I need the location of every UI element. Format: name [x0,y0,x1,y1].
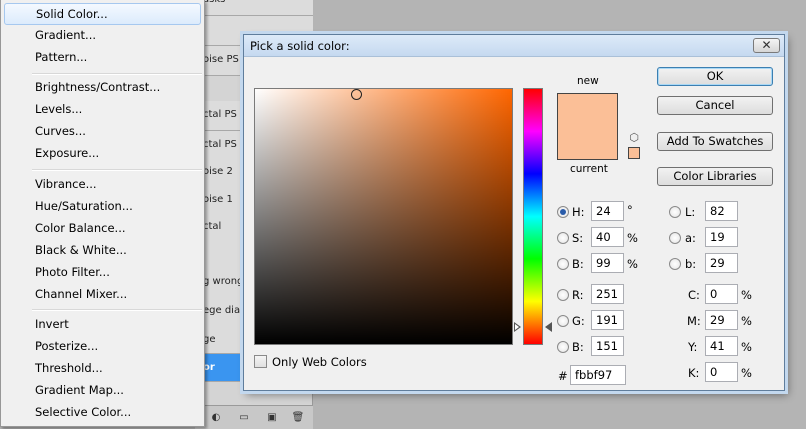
dialog-title: Pick a solid color: [250,39,350,53]
green-field[interactable]: 191 [591,310,624,330]
magenta-label: M: [687,314,701,328]
brightness-field[interactable]: 99 [591,253,624,273]
radio-green[interactable] [557,315,569,327]
menu-item-gradient-map[interactable]: Gradient Map... [4,379,201,401]
percent-unit: % [627,231,638,245]
hue-slider[interactable] [523,88,543,345]
percent-unit: % [741,314,752,328]
menu-item-posterize[interactable]: Posterize... [4,335,201,357]
red-field[interactable]: 251 [591,284,624,304]
close-button[interactable]: ✕ [753,38,780,53]
cancel-button[interactable]: Cancel [657,96,773,115]
yellow-label: Y: [688,340,698,354]
menu-item-black-white[interactable]: Black & White... [4,239,201,261]
color-field[interactable] [254,88,513,345]
lab-b-field[interactable]: 29 [705,253,738,273]
only-web-colors-label: Only Web Colors [272,355,367,369]
trash-icon[interactable]: 🗑 [291,411,305,424]
cyan-field[interactable]: 0 [705,284,738,304]
adjustment-layer-icon[interactable]: ◐ [209,411,223,424]
saturation-label: S: [572,231,584,245]
menu-item-curves[interactable]: Curves... [4,120,201,142]
radio-lightness[interactable] [669,206,681,218]
percent-unit: % [741,366,752,380]
menu-item-invert[interactable]: Invert [4,313,201,335]
menu-item-vibrance[interactable]: Vibrance... [4,173,201,195]
menu-item-solid-color[interactable]: Solid Color... [4,3,201,25]
brightness-label: B: [572,257,584,271]
color-libraries-button[interactable]: Color Libraries [657,167,773,186]
ok-button[interactable]: OK [657,67,773,86]
adjustment-menu: Solid Color... Gradient... Pattern... Br… [0,0,205,427]
percent-unit: % [741,288,752,302]
radio-hue[interactable] [557,206,569,218]
hue-slider-arrow-left[interactable] [514,322,521,332]
radio-blue[interactable] [557,341,569,353]
percent-unit: % [741,340,752,354]
menu-item-gradient[interactable]: Gradient... [4,24,201,46]
dialog-titlebar[interactable]: Pick a solid color: ✕ [244,35,784,57]
menu-item-hue-saturation[interactable]: Hue/Saturation... [4,195,201,217]
layers-footer: ◐ ▭ ▣ 🗑 [195,405,313,429]
current-color-label: current [570,163,608,175]
menu-item-photo-filter[interactable]: Photo Filter... [4,261,201,283]
cyan-label: C: [688,288,700,302]
hex-field[interactable]: fbbf97 [570,365,626,385]
lab-a-field[interactable]: 19 [705,227,738,247]
menu-item-threshold[interactable]: Threshold... [4,357,201,379]
saturation-field[interactable]: 40 [591,227,624,247]
color-picker-dialog: Pick a solid color: ✕ new current ⬡ OK C… [243,34,785,391]
radio-saturation[interactable] [557,232,569,244]
menu-item-levels[interactable]: Levels... [4,98,201,120]
yellow-field[interactable]: 41 [705,336,738,356]
green-label: G: [572,314,585,328]
menu-item-brightness-contrast[interactable]: Brightness/Contrast... [4,76,201,98]
black-label: K: [688,366,700,380]
hue-label: H: [572,205,585,219]
menu-item-exposure[interactable]: Exposure... [4,142,201,164]
menu-item-selective-color[interactable]: Selective Color... [4,401,201,423]
radio-lab-b[interactable] [669,258,681,270]
lab-a-label: a: [685,231,696,245]
magenta-field[interactable]: 29 [705,310,738,330]
hue-field[interactable]: 24 [591,201,624,221]
hue-slider-arrow-right[interactable] [545,322,552,332]
menu-item-pattern[interactable]: Pattern... [4,46,201,68]
new-color-label: new [577,75,599,87]
degree-unit: ° [627,203,633,217]
lab-l-field[interactable]: 82 [705,201,738,221]
cube-icon[interactable]: ⬡ [628,132,640,144]
lab-l-label: L: [685,205,696,219]
menu-separator [32,169,202,171]
lab-b-label: b: [685,257,697,271]
new-color-swatch [557,93,618,160]
close-icon: ✕ [761,38,772,52]
percent-unit: % [627,257,638,271]
red-label: R: [572,288,584,302]
menu-item-color-balance[interactable]: Color Balance... [4,217,201,239]
new-group-icon[interactable]: ▭ [237,411,251,424]
menu-separator [32,73,202,75]
only-web-colors-checkbox[interactable] [254,355,267,368]
add-to-swatches-button[interactable]: Add To Swatches [657,132,773,151]
menu-separator [32,309,202,311]
radio-lab-a[interactable] [669,232,681,244]
blue-label: B: [572,340,584,354]
black-field[interactable]: 0 [705,362,738,382]
radio-red[interactable] [557,289,569,301]
layer-row[interactable]: asks [195,0,313,16]
color-field-cursor[interactable] [351,89,362,100]
gamut-warning-swatch[interactable] [628,147,640,159]
blue-field[interactable]: 151 [591,336,624,356]
menu-item-channel-mixer[interactable]: Channel Mixer... [4,283,201,305]
radio-brightness[interactable] [557,258,569,270]
new-layer-icon[interactable]: ▣ [265,411,279,424]
hex-label: # [558,369,568,383]
